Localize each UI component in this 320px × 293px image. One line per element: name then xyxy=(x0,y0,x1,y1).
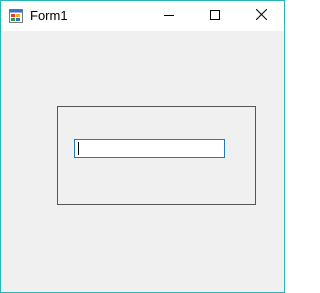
close-button[interactable] xyxy=(238,1,284,31)
form-app-icon xyxy=(9,9,23,23)
close-icon xyxy=(255,7,267,25)
text-input[interactable] xyxy=(74,139,225,158)
maximize-icon xyxy=(210,7,220,25)
window-title: Form1 xyxy=(30,8,68,23)
maximize-button[interactable] xyxy=(192,1,238,31)
text-caret xyxy=(78,142,79,155)
minimize-button[interactable] xyxy=(146,1,192,31)
title-bar[interactable]: Form1 xyxy=(1,1,284,31)
minimize-icon xyxy=(164,7,174,25)
